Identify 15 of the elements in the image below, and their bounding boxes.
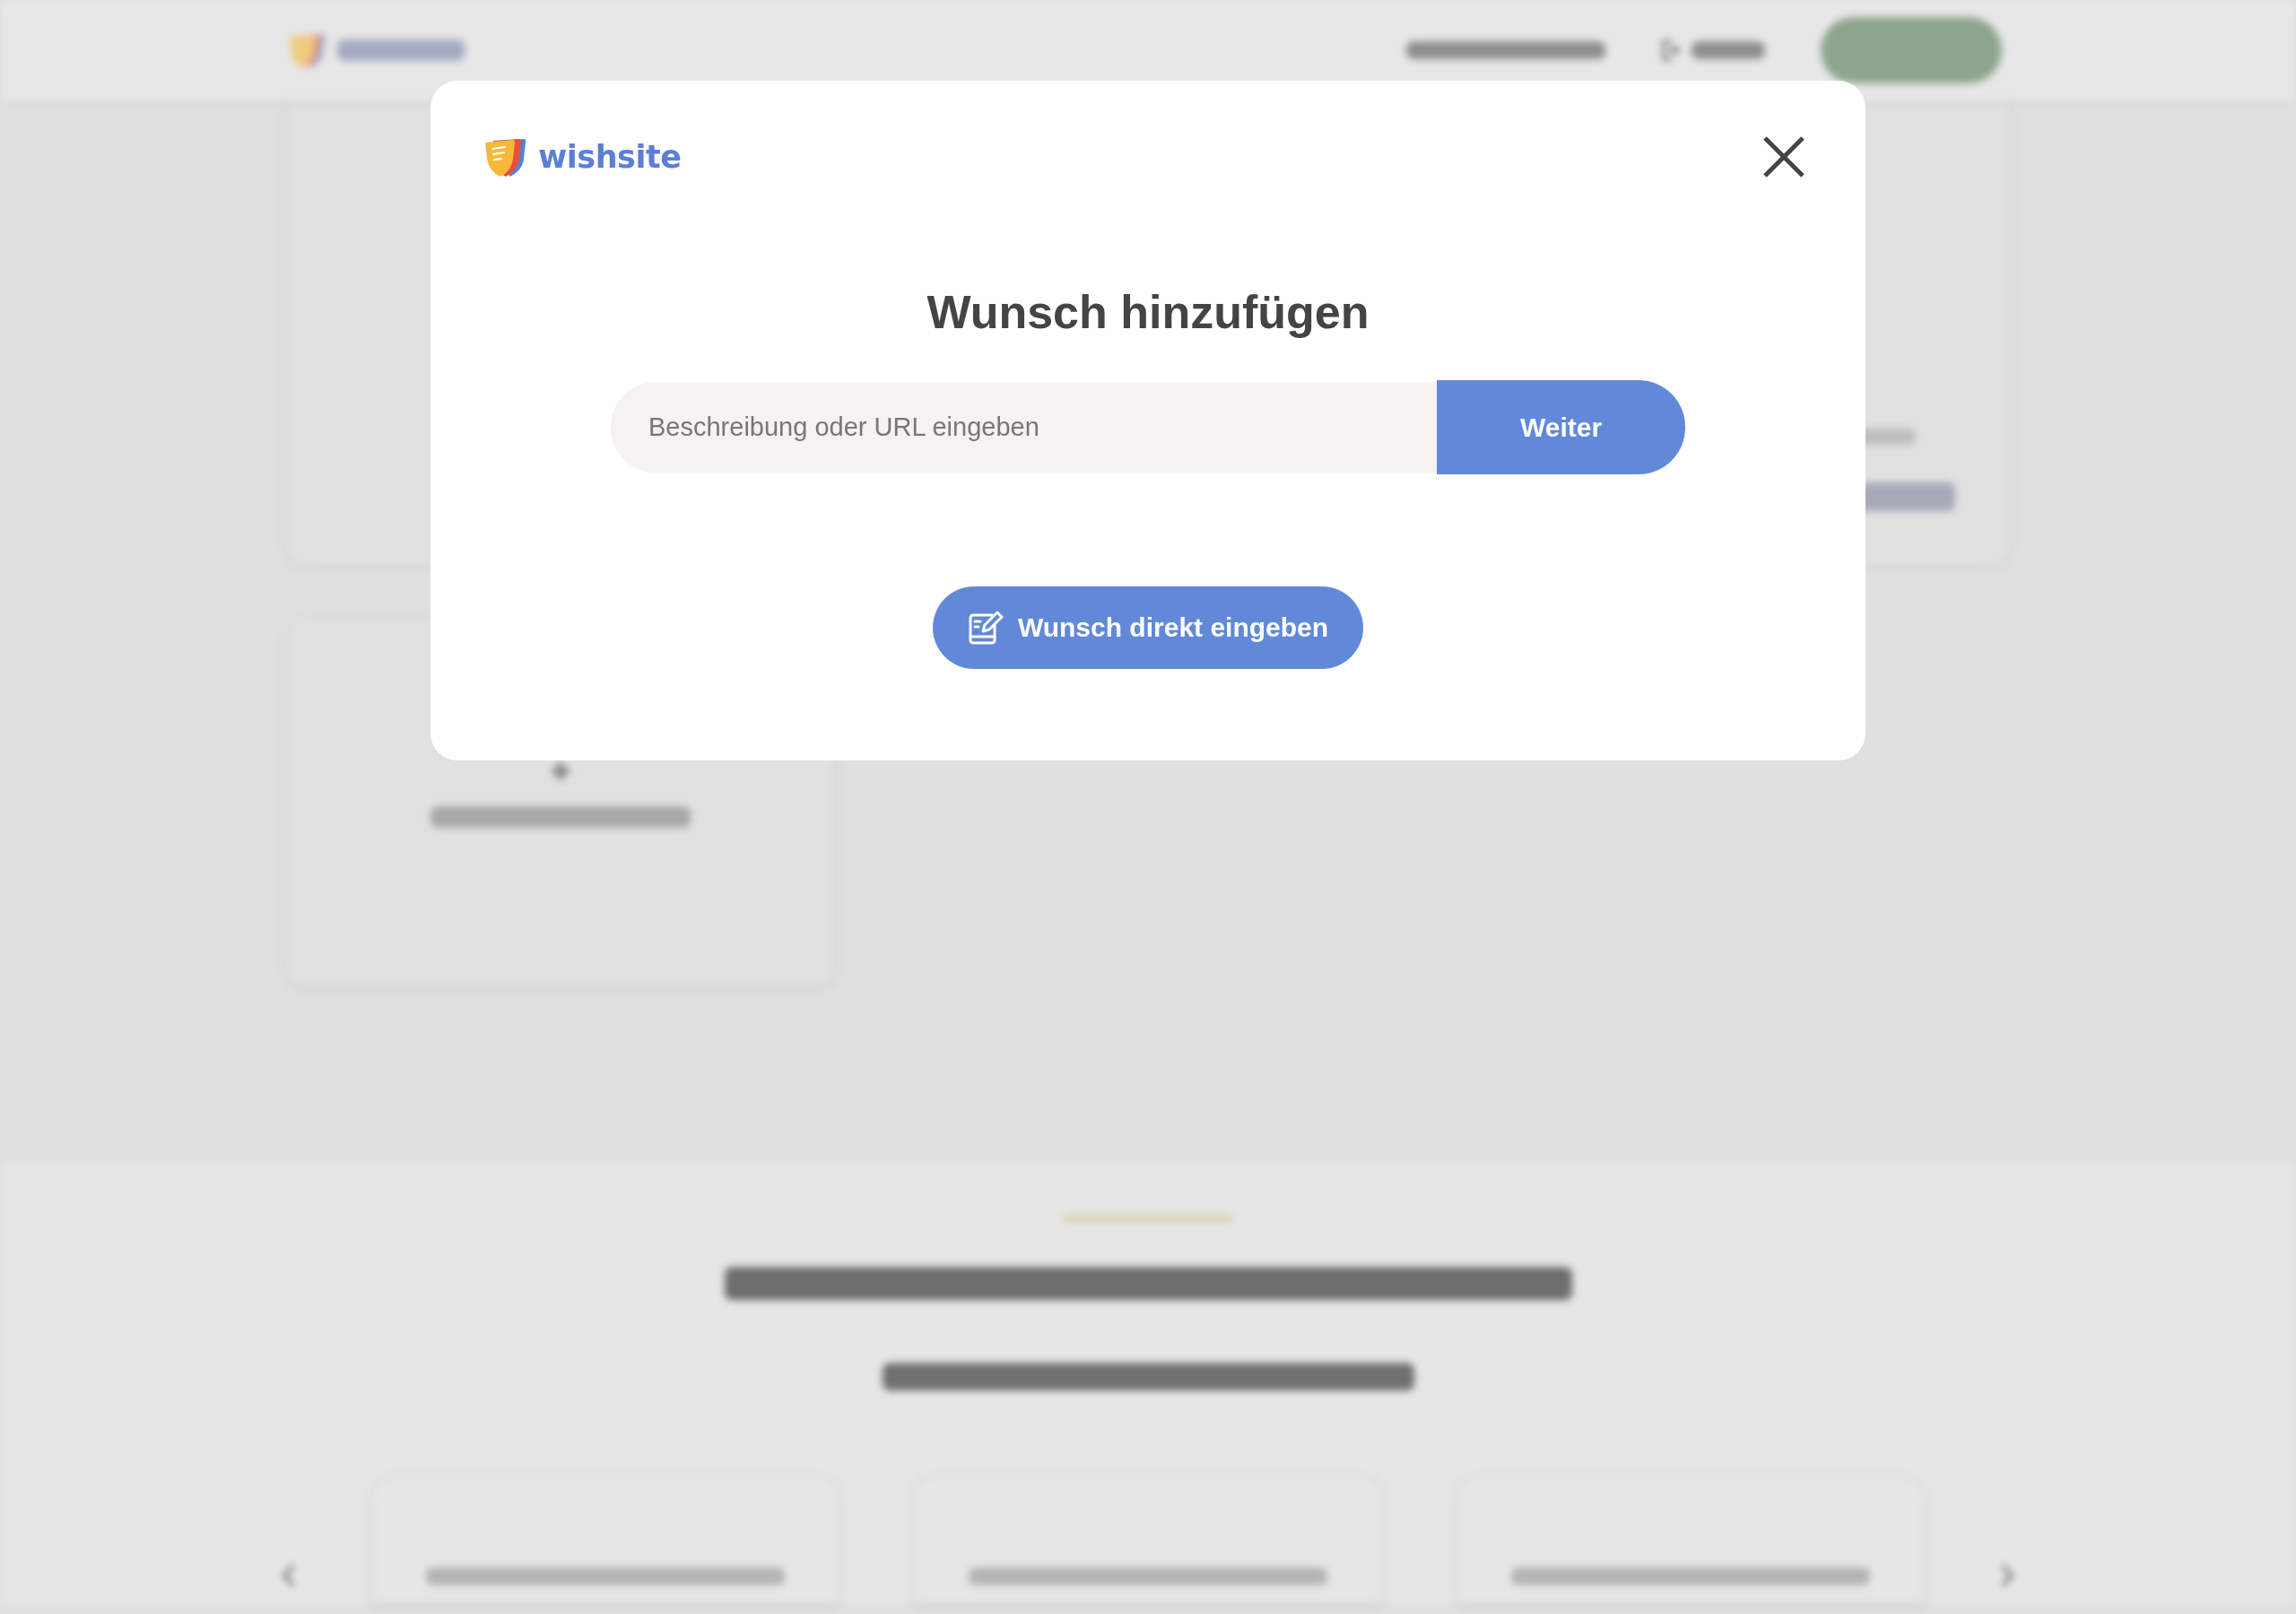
- blurred-icon: [549, 759, 572, 783]
- close-icon: [1763, 136, 1805, 178]
- url-input-field[interactable]: Beschreibung oder URL eingeben: [611, 382, 1437, 473]
- close-button[interactable]: [1763, 136, 1805, 178]
- blurred-text-bar[interactable]: [1692, 41, 1765, 59]
- header-action-button[interactable]: [1821, 17, 2002, 83]
- blurred-icon[interactable]: [1661, 39, 1679, 61]
- enter-wish-directly-button[interactable]: Wunsch direkt eingeben: [933, 586, 1363, 669]
- chevron-right-icon[interactable]: [2000, 1564, 2014, 1587]
- logo-text: wishsite: [538, 139, 682, 175]
- blurred-text-bar[interactable]: [1406, 41, 1605, 59]
- continue-button[interactable]: Weiter: [1437, 380, 1685, 474]
- dialog-title: Wunsch hinzufügen: [926, 285, 1370, 339]
- note-edit-icon: [967, 610, 1004, 646]
- chevron-left-icon[interactable]: [282, 1564, 296, 1587]
